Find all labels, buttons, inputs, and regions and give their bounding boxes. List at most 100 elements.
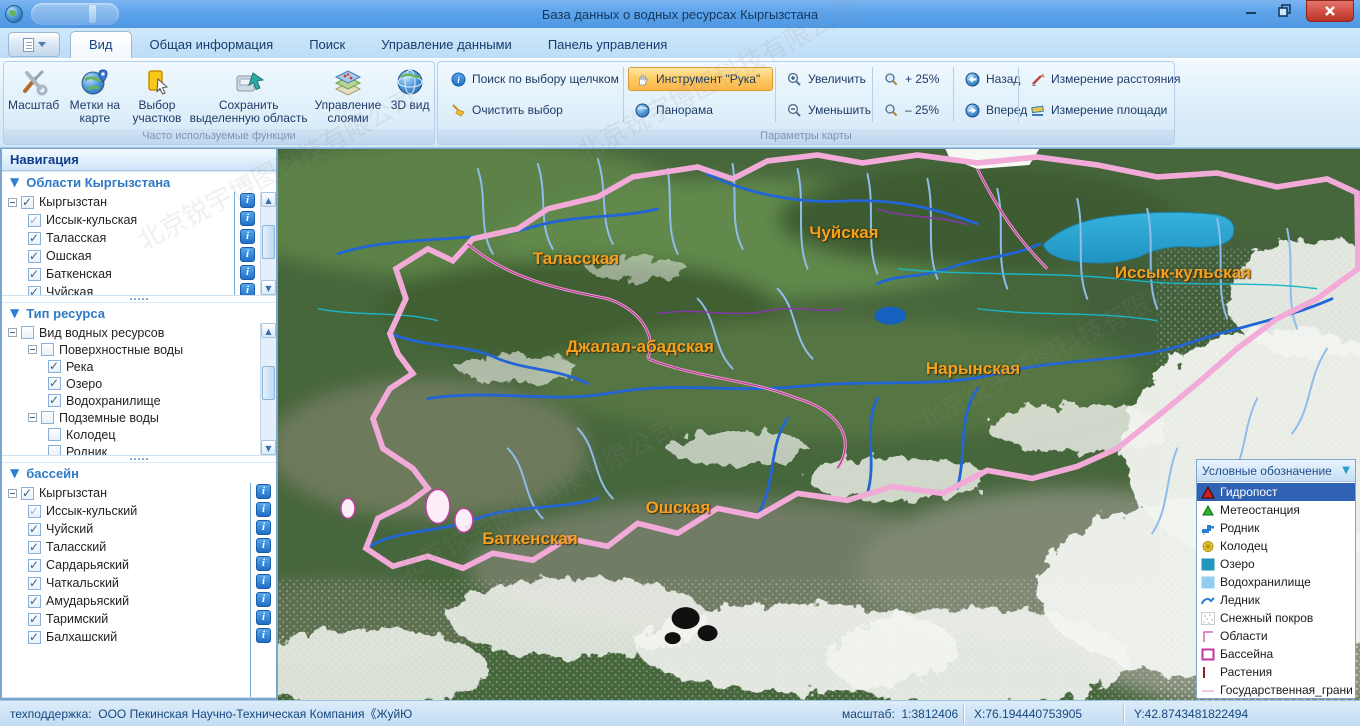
checkbox[interactable] bbox=[28, 268, 41, 281]
tree-item[interactable]: Таласская bbox=[2, 229, 234, 247]
save-selected-area-button[interactable]: Сохранить выделенную область bbox=[188, 64, 310, 130]
scale-button[interactable]: Масштаб bbox=[4, 64, 63, 130]
info-button[interactable]: i bbox=[240, 229, 255, 244]
tree-item[interactable]: Баткенская bbox=[2, 265, 234, 283]
back-button[interactable]: Назад bbox=[958, 67, 1015, 91]
tree-item[interactable]: Подземные воды bbox=[2, 409, 260, 426]
legend-collapse-icon[interactable]: ▼ bbox=[1342, 465, 1350, 476]
checkbox[interactable] bbox=[28, 250, 41, 263]
clear-selection-button[interactable]: Очистить выбор bbox=[444, 98, 622, 122]
checkbox[interactable] bbox=[28, 631, 41, 644]
checkbox[interactable] bbox=[41, 343, 54, 356]
scroll-down-icon[interactable]: ▼ bbox=[261, 440, 276, 455]
checkbox[interactable] bbox=[21, 326, 34, 339]
scrollbar[interactable]: ▲ ▼ bbox=[260, 192, 276, 295]
tree-item[interactable]: Озеро bbox=[2, 375, 260, 392]
zoom-in-button[interactable]: Увеличить bbox=[780, 67, 870, 91]
tree-item[interactable]: Поверхностные воды bbox=[2, 341, 260, 358]
checkbox[interactable] bbox=[48, 360, 61, 373]
section-header-bassein[interactable]: ▼ бассейн bbox=[2, 462, 276, 483]
legend-item-lake[interactable]: Озеро bbox=[1197, 555, 1355, 573]
info-button[interactable]: i bbox=[256, 556, 271, 571]
map-marks-button[interactable]: Метки на карте bbox=[63, 64, 126, 130]
panorama-button[interactable]: Панорама bbox=[628, 98, 773, 122]
tree-item[interactable]: Сардарьяский bbox=[2, 556, 250, 574]
checkbox[interactable] bbox=[41, 411, 54, 424]
layer-management-button[interactable]: Управление слоями bbox=[310, 64, 386, 130]
tree-item[interactable]: Амударьяский bbox=[2, 592, 250, 610]
tree-item[interactable]: Иссык-кульский bbox=[2, 502, 250, 520]
close-button[interactable] bbox=[1306, 0, 1354, 22]
tree-item[interactable]: Кыргызстан bbox=[2, 484, 250, 502]
tree-item[interactable]: Водохранилище bbox=[2, 392, 260, 409]
tree-item[interactable]: Чаткальский bbox=[2, 574, 250, 592]
tab-obshchaya-informatsiya[interactable]: Общая информация bbox=[132, 32, 292, 58]
legend-item-basin[interactable]: Бассейна bbox=[1197, 645, 1355, 663]
tab-poisk[interactable]: Поиск bbox=[291, 32, 363, 58]
zoom-out-button[interactable]: Уменьшить bbox=[780, 98, 870, 122]
checkbox[interactable] bbox=[28, 613, 41, 626]
section-header-oblasti[interactable]: ▼ Области Кыргызстана bbox=[2, 171, 276, 192]
info-button[interactable]: i bbox=[240, 265, 255, 280]
info-button[interactable]: i bbox=[256, 610, 271, 625]
legend-item-plants[interactable]: Растения bbox=[1197, 663, 1355, 681]
checkbox[interactable] bbox=[28, 286, 41, 296]
measure-area-button[interactable]: Измерение площади bbox=[1023, 98, 1358, 122]
legend-item-state-border[interactable]: Государственная_грани bbox=[1197, 681, 1355, 698]
info-button[interactable]: i bbox=[256, 520, 271, 535]
checkbox[interactable] bbox=[28, 232, 41, 245]
scroll-thumb[interactable] bbox=[262, 366, 275, 400]
checkbox[interactable] bbox=[48, 377, 61, 390]
tree-item[interactable]: Чуйская bbox=[2, 283, 234, 295]
tree-item[interactable]: Родник bbox=[2, 443, 260, 455]
expander-icon[interactable] bbox=[28, 345, 37, 354]
scroll-up-icon[interactable]: ▲ bbox=[261, 192, 276, 207]
zoom-plus-25-button[interactable]: + 25% bbox=[877, 67, 950, 91]
legend-item-snow-cover[interactable]: Снежный покров bbox=[1197, 609, 1355, 627]
checkbox[interactable] bbox=[28, 595, 41, 608]
scroll-up-icon[interactable]: ▲ bbox=[261, 323, 276, 338]
legend-item-oblast[interactable]: Области bbox=[1197, 627, 1355, 645]
scroll-down-icon[interactable]: ▼ bbox=[261, 280, 276, 295]
map-viewport[interactable]: Таласская Чуйская Иссык-кульская Джалал-… bbox=[278, 148, 1360, 700]
tab-panel-upravleniya[interactable]: Панель управления bbox=[530, 32, 685, 58]
view-3d-button[interactable]: 3D вид bbox=[386, 64, 434, 130]
checkbox[interactable] bbox=[21, 196, 34, 209]
info-button[interactable]: i bbox=[240, 193, 255, 208]
select-areas-button[interactable]: Выбор участков bbox=[126, 64, 187, 130]
info-button[interactable]: i bbox=[256, 628, 271, 643]
info-button[interactable]: i bbox=[256, 484, 271, 499]
info-button[interactable]: i bbox=[256, 502, 271, 517]
tree-item[interactable]: Колодец bbox=[2, 426, 260, 443]
measure-distance-button[interactable]: Измерение расстояния bbox=[1023, 67, 1358, 91]
restore-button[interactable] bbox=[1272, 0, 1298, 20]
tree-item[interactable]: Чуйский bbox=[2, 520, 250, 538]
app-menu-button[interactable] bbox=[8, 32, 60, 57]
tree-item[interactable]: Ошская bbox=[2, 247, 234, 265]
tree-item[interactable]: Иссык-кульская bbox=[2, 211, 234, 229]
legend-item-spring[interactable]: Родник bbox=[1197, 519, 1355, 537]
info-button[interactable]: i bbox=[240, 283, 255, 296]
section-header-tip-resursa[interactable]: ▼ Тип ресурса bbox=[2, 302, 276, 323]
legend-item-meteostation[interactable]: Метеостанция bbox=[1197, 501, 1355, 519]
tree-item[interactable]: Балхашский bbox=[2, 628, 250, 646]
checkbox[interactable] bbox=[48, 428, 61, 441]
checkbox[interactable] bbox=[28, 541, 41, 554]
legend-item-reservoir[interactable]: Водохранилище bbox=[1197, 573, 1355, 591]
info-button[interactable]: i bbox=[240, 247, 255, 262]
info-button[interactable]: i bbox=[256, 592, 271, 607]
zoom-minus-25-button[interactable]: – 25% bbox=[877, 98, 950, 122]
expander-icon[interactable] bbox=[8, 198, 17, 207]
minimize-button[interactable] bbox=[1238, 0, 1264, 20]
tab-upravlenie-dannymi[interactable]: Управление данными bbox=[363, 32, 530, 58]
scrollbar[interactable]: ▲ ▼ bbox=[260, 323, 276, 455]
info-button[interactable]: i bbox=[256, 538, 271, 553]
tree-item[interactable]: Кыргызстан bbox=[2, 193, 234, 211]
scroll-thumb[interactable] bbox=[262, 225, 275, 259]
tree-item[interactable]: Вид водных ресурсов bbox=[2, 324, 260, 341]
checkbox[interactable] bbox=[28, 559, 41, 572]
search-by-click-button[interactable]: i Поиск по выбору щелчком bbox=[444, 67, 622, 91]
checkbox[interactable] bbox=[48, 445, 61, 455]
checkbox[interactable] bbox=[21, 487, 34, 500]
tree-item[interactable]: Таласский bbox=[2, 538, 250, 556]
